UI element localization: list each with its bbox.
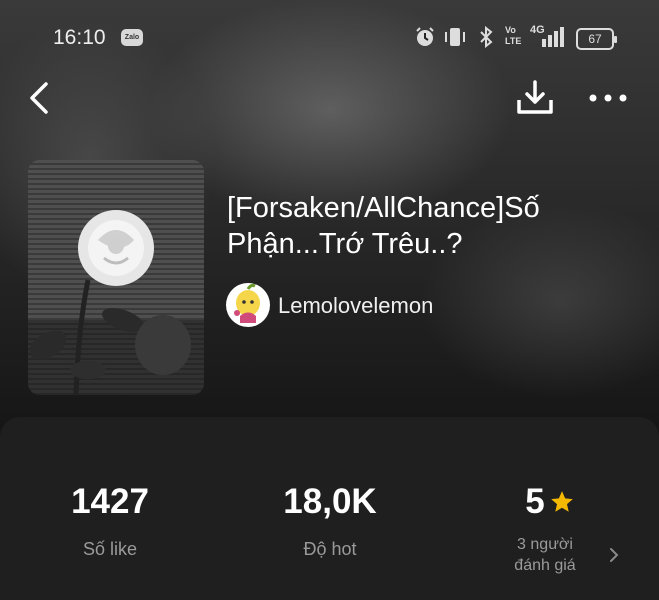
hot-value: 18,0K — [283, 482, 377, 521]
hot-label: Độ hot — [303, 539, 357, 559]
chevron-right-icon[interactable] — [608, 545, 620, 565]
more-options-icon[interactable] — [586, 86, 630, 110]
rating-stat[interactable]: 5 3 người đánh giá — [480, 482, 620, 576]
bluetooth-icon — [480, 26, 493, 48]
rating-value: 5 — [525, 482, 545, 521]
battery-indicator: 67 — [576, 28, 617, 50]
status-bar: 16:10 Zalo Vo LTE 4G 67 — [0, 0, 659, 74]
star-icon — [550, 491, 573, 512]
status-time: 16:10 — [53, 26, 106, 49]
back-arrow-icon[interactable] — [22, 80, 58, 116]
zalo-notification-icon: Zalo — [121, 29, 143, 46]
vibrate-icon — [445, 28, 465, 46]
volte-label: Vo LTE — [505, 25, 522, 46]
signal-icon — [542, 27, 564, 47]
likes-label: Số like — [82, 539, 138, 559]
alarm-icon — [416, 27, 434, 46]
rating-count-label: 3 người đánh giá — [514, 536, 576, 574]
likes-stat: 1427 Số like — [45, 482, 175, 560]
book-title: [Forsaken/AllChance]Số Phận...Trớ Trêu..… — [227, 192, 540, 260]
likes-value: 1427 — [71, 482, 149, 521]
author-avatar[interactable] — [226, 283, 270, 327]
download-icon[interactable] — [515, 78, 555, 118]
book-cover-image[interactable] — [28, 160, 204, 395]
hot-stat: 18,0K Độ hot — [255, 482, 405, 560]
author-name[interactable]: Lemolovelemon — [278, 293, 433, 319]
